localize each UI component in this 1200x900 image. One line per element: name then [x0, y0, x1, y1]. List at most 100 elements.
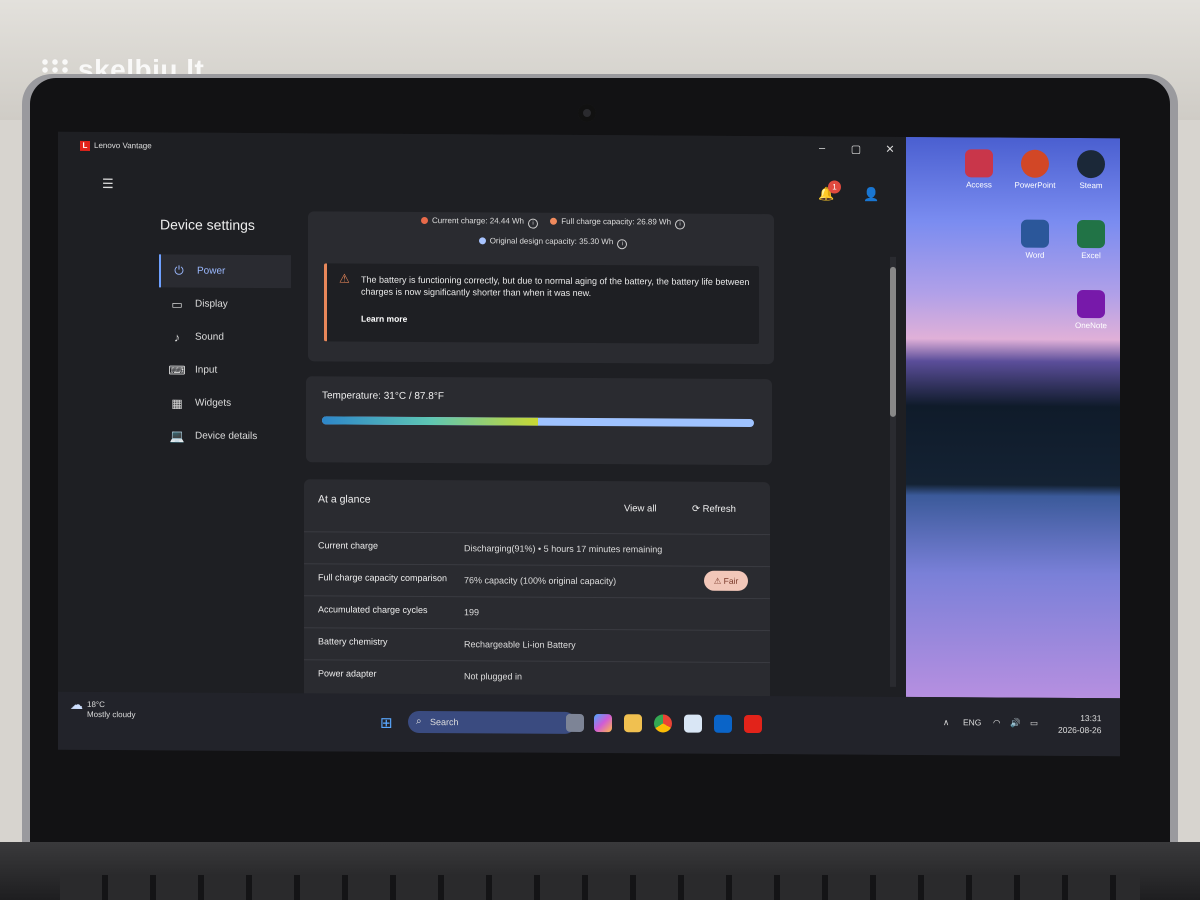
user-account-icon[interactable]: 👤 — [863, 187, 879, 203]
info-icon[interactable]: i — [527, 218, 538, 229]
row-label: Current charge — [318, 540, 379, 551]
outlook-icon[interactable] — [714, 714, 732, 733]
desktop-icon-word[interactable]: Word — [1010, 219, 1060, 260]
row-label: Full charge capacity comparison — [318, 572, 448, 584]
laptop-icon: 💻 — [169, 428, 185, 444]
full-charge-label: Full charge capacity: 26.89 Wh — [561, 216, 672, 227]
cloud-icon: ☁ — [70, 696, 83, 712]
view-all-link[interactable]: View all — [624, 503, 657, 514]
sidebar-item-label: Device details — [195, 430, 258, 442]
sidebar-item-label: Widgets — [195, 397, 232, 409]
minimize-button[interactable]: – — [812, 142, 832, 154]
status-badge: ⚠ Fair — [704, 570, 748, 591]
warning-triangle-icon: ⚠ — [339, 271, 350, 286]
excel-icon — [1077, 219, 1105, 249]
task-view-icon[interactable] — [566, 713, 584, 732]
vantage-window: L Lenovo Vantage – ▢ ✕ ☰ 🔔 1 👤 Device se… — [58, 131, 906, 713]
chevron-up-icon[interactable]: ∧ — [943, 717, 949, 728]
sidebar-item-widgets[interactable]: ▦ Widgets — [159, 386, 291, 420]
scroll-thumb[interactable] — [890, 266, 896, 417]
current-charge-dot — [420, 216, 428, 225]
at-a-glance-card: At a glance View all ⟳ Refresh Current c… — [304, 479, 770, 713]
taskbar-search[interactable]: ⌕ Search — [408, 710, 576, 734]
steam-icon — [1077, 149, 1105, 179]
screen: L Lenovo Vantage – ▢ ✕ ☰ 🔔 1 👤 Device se… — [58, 131, 1120, 757]
access-icon — [965, 149, 993, 178]
scrollbar[interactable] — [890, 256, 896, 687]
sidebar-item-sound[interactable]: ♪ Sound — [159, 320, 291, 354]
current-charge-label: Current charge: 24.44 Wh — [431, 216, 524, 226]
menu-toggle-icon[interactable]: ☰ — [102, 176, 114, 192]
file-explorer-icon[interactable] — [624, 714, 642, 733]
taskbar: ☁ 18°C Mostly cloudy ⊞ ⌕ Search ∧ ENG ◠ 🔊 … — [58, 691, 1120, 757]
row-value: 199 — [464, 607, 480, 618]
desktop-icon-label: OneNote — [1074, 320, 1108, 331]
weather-widget[interactable]: ☁ 18°C Mostly cloudy — [70, 696, 136, 720]
weather-temp: 18°C — [87, 699, 105, 710]
system-clock[interactable]: 13:31 2026-08-26 — [1058, 712, 1101, 736]
table-row: Battery chemistry Rechargeable Li-ion Ba… — [304, 627, 770, 664]
table-row: Current charge Discharging(91%) • 5 hour… — [304, 531, 770, 568]
design-capacity-dot — [478, 237, 486, 245]
title-bar[interactable]: L Lenovo Vantage – ▢ ✕ — [58, 132, 906, 165]
search-icon: ⌕ — [416, 715, 422, 727]
sidebar-item-device-details[interactable]: 💻 Device details — [159, 419, 291, 453]
monitor-icon: ▭ — [171, 296, 183, 312]
music-note-icon: ♪ — [174, 329, 180, 345]
page-title: Device settings — [160, 216, 255, 233]
temperature-bar-fill — [322, 416, 538, 426]
close-button[interactable]: ✕ — [880, 143, 900, 156]
wifi-icon[interactable]: ◠ — [993, 717, 1000, 728]
desktop-icon-excel[interactable]: Excel — [1066, 219, 1116, 260]
learn-more-link[interactable]: Learn more — [361, 314, 407, 324]
desktop-icon-access[interactable]: Access — [954, 149, 1004, 189]
lenovo-vantage-taskbar-icon[interactable] — [744, 714, 762, 734]
maximize-button[interactable]: ▢ — [846, 143, 866, 156]
sidebar-item-display[interactable]: ▭ Display — [159, 287, 291, 321]
weather-desc: Mostly cloudy — [87, 709, 136, 720]
webcam-icon — [578, 104, 596, 122]
desktop-icon-label: Word — [1025, 250, 1045, 260]
at-a-glance-title: At a glance — [318, 493, 371, 506]
row-value: Rechargeable Li-ion Battery — [464, 639, 576, 650]
battery-warning: ⚠ The battery is functioning correctly, … — [324, 263, 759, 345]
info-icon[interactable]: i — [617, 239, 628, 250]
sidebar-item-power[interactable]: ⏻ Power — [159, 254, 291, 289]
keyboard-icon: ⌨ — [168, 362, 186, 378]
temperature-card: Temperature: 31°C / 87.8°F — [306, 376, 772, 466]
refresh-button[interactable]: ⟳ Refresh — [692, 504, 736, 515]
copilot-icon[interactable] — [594, 714, 612, 733]
warning-icon: ⚠ — [713, 575, 724, 586]
table-row: Power adapter Not plugged in — [304, 659, 770, 696]
desktop-icon-onenote[interactable]: OneNote — [1066, 289, 1116, 331]
battery-capacity-card: Current charge: 24.44 Wh i Full charge ca… — [308, 211, 774, 365]
search-placeholder: Search — [430, 717, 459, 728]
full-charge-dot — [550, 217, 558, 225]
chrome-icon[interactable] — [654, 714, 672, 733]
sidebar-item-label: Sound — [195, 331, 224, 343]
powerpoint-icon — [1021, 149, 1049, 178]
sidebar-nav: ⏻ Power ▭ Display ♪ Sound ⌨ Input ▦ Widg… — [159, 254, 291, 453]
info-icon[interactable]: i — [675, 219, 686, 230]
row-value: Not plugged in — [464, 671, 523, 682]
clock-date: 2026-08-26 — [1058, 724, 1102, 736]
battery-icon[interactable]: ▭ — [1030, 718, 1038, 729]
desktop-icon-powerpoint[interactable]: PowerPoint — [1010, 149, 1060, 190]
row-label: Accumulated charge cycles — [318, 604, 428, 616]
widgets-icon: ▦ — [171, 395, 183, 411]
design-capacity-label: Original design capacity: 35.30 Wh — [489, 236, 614, 247]
desktop-icon-steam[interactable]: Steam — [1066, 149, 1116, 190]
sidebar-item-label: Input — [195, 364, 218, 376]
windows-start-icon[interactable]: ⊞ — [380, 714, 393, 732]
row-label: Power adapter — [318, 668, 377, 679]
plug-icon: ⏻ — [174, 263, 184, 278]
sidebar-item-label: Display — [195, 298, 228, 310]
language-indicator[interactable]: ENG — [963, 717, 981, 727]
store-icon[interactable] — [684, 714, 702, 733]
volume-icon[interactable]: 🔊 — [1010, 718, 1021, 729]
status-badge-label: Fair — [723, 575, 739, 586]
sidebar-item-input[interactable]: ⌨ Input — [159, 353, 291, 387]
desktop-icon-label: Access — [966, 180, 992, 190]
warning-text: The battery is functioning correctly, bu… — [361, 274, 750, 299]
row-value: 76% capacity (100% original capacity) — [464, 575, 617, 587]
